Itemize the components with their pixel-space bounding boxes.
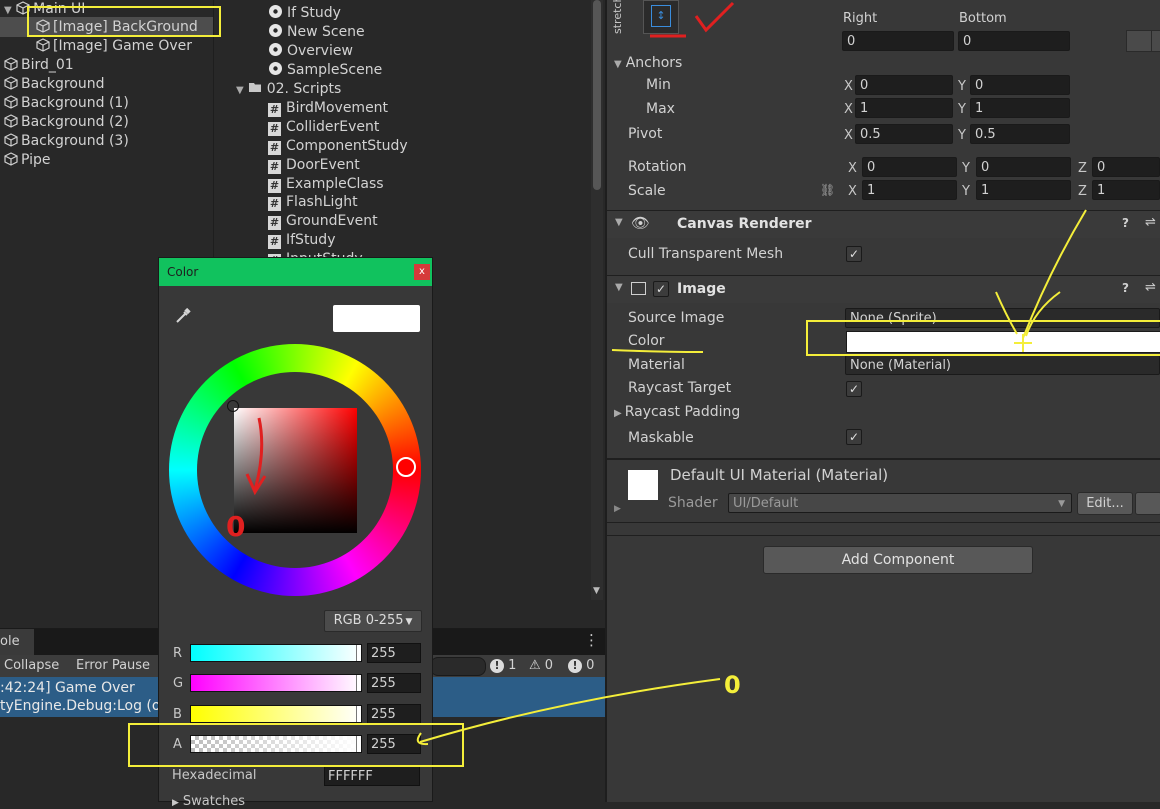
pointer-line [419, 678, 721, 743]
underline-color-label [611, 349, 704, 353]
arrow-stroke [995, 291, 1018, 335]
red-checkmark [694, 1, 735, 33]
zero-note: 0 [724, 671, 741, 699]
red-zero-note: 0 [226, 510, 245, 543]
annotation-overlay: 0 0 [27, 1, 1160, 767]
hook-mark [416, 732, 429, 746]
cursor-cross [1014, 334, 1032, 352]
arrow-stroke [1022, 209, 1087, 339]
highlight-box-alpha [128, 723, 464, 767]
highlight-box-color-field [806, 320, 1160, 356]
highlight-box-hierarchy [27, 6, 221, 37]
arrow-stroke [1025, 291, 1061, 337]
red-arrow [245, 417, 267, 496]
